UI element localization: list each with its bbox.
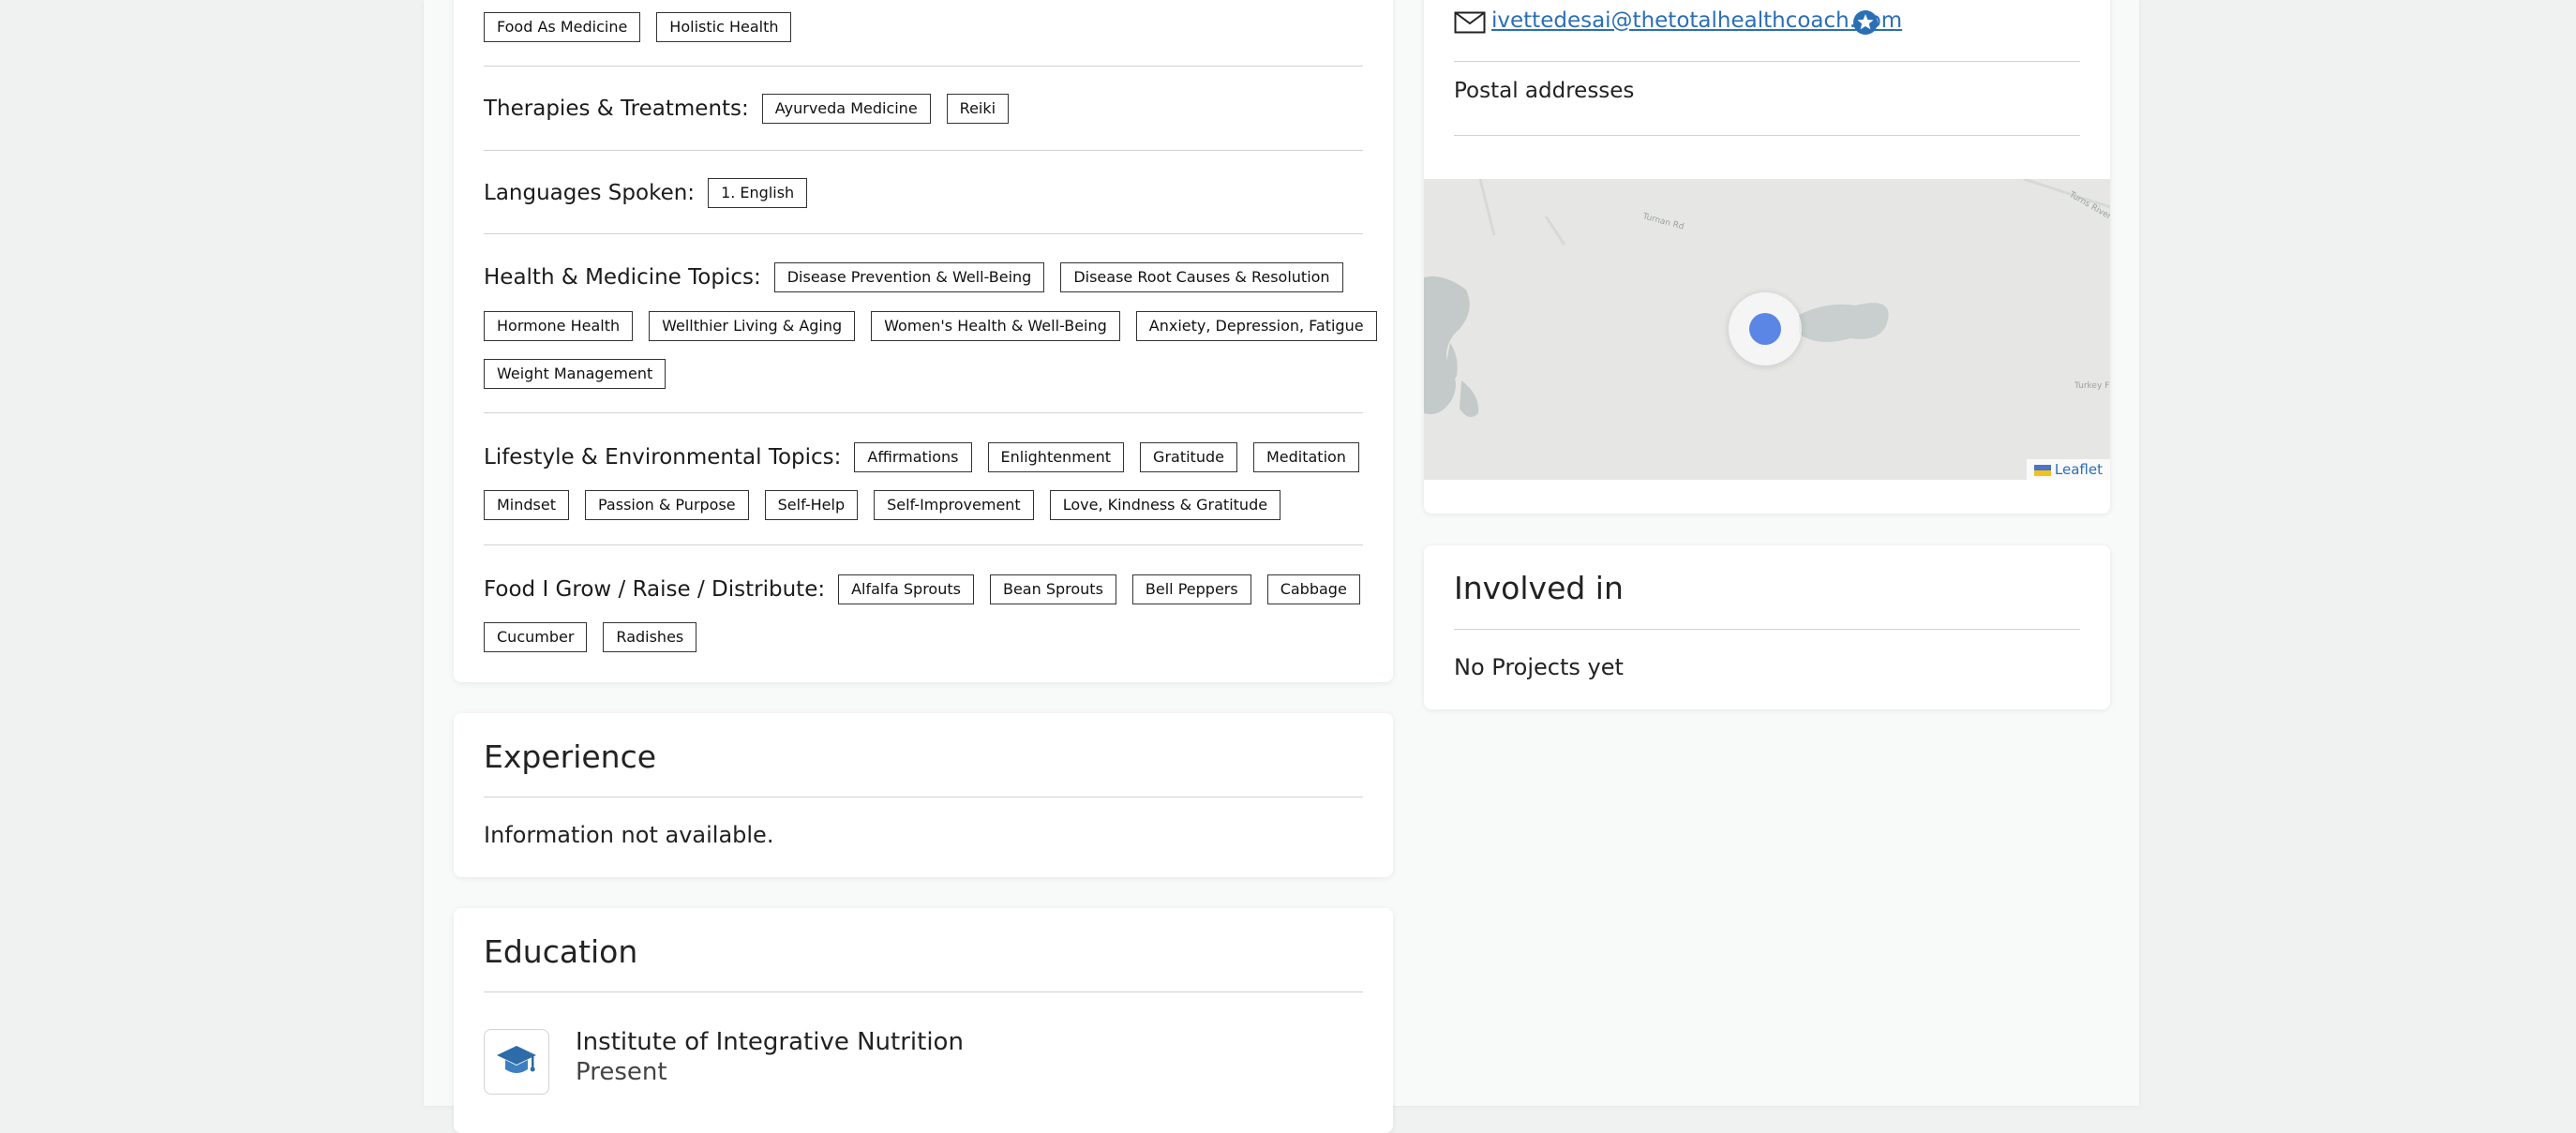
tag-chip[interactable]: Cucumber xyxy=(484,622,588,652)
tag-chip[interactable]: Anxiety, Depression, Fatigue xyxy=(1135,311,1377,341)
postal-addresses-title: Postal addresses xyxy=(1454,79,1635,103)
education-card: Education Institute of Integrative Nutri… xyxy=(454,908,1393,1133)
health-label: Health & Medicine Topics: xyxy=(484,265,761,290)
food-row-1: Food I Grow / Raise / Distribute: Alfalfa… xyxy=(484,574,1376,604)
lifestyle-row-1: Lifestyle & Environmental Topics: Affirma… xyxy=(484,442,1375,472)
tag-chip[interactable]: Mindset xyxy=(484,490,569,520)
leaflet-link[interactable]: Leaflet xyxy=(2055,461,2103,478)
education-school[interactable]: Institute of Integrative Nutrition xyxy=(576,1028,964,1056)
tag-chip[interactable]: Bell Peppers xyxy=(1131,574,1251,604)
health-row-3: Weight Management xyxy=(484,359,681,389)
map-marker-dot xyxy=(1749,313,1781,345)
therapies-row: Therapies & Treatments: Ayurveda Medicine… xyxy=(484,94,1025,124)
tag-chip[interactable]: Holistic Health xyxy=(656,12,792,42)
experience-text: Information not available. xyxy=(484,822,774,848)
email-link[interactable]: ivettedesai@thetotalhealthcoach.com xyxy=(1491,8,1902,33)
tag-chip[interactable]: Reiki xyxy=(946,94,1010,124)
tag-chip[interactable]: Hormone Health xyxy=(484,311,634,341)
lifestyle-row-2: Mindset Passion & Purpose Self-Help Self-Im… xyxy=(484,490,1296,520)
involved-title: Involved in xyxy=(1454,570,1624,606)
therapies-label: Therapies & Treatments: xyxy=(484,97,749,121)
tag-chip[interactable]: Disease Root Causes & Resolution xyxy=(1060,262,1343,292)
experience-title: Experience xyxy=(484,738,657,775)
tag-chip[interactable]: Weight Management xyxy=(484,359,666,389)
languages-row: Languages Spoken: 1. English xyxy=(484,178,823,208)
tag-chip[interactable]: Food As Medicine xyxy=(484,12,641,42)
tag-chip[interactable]: Passion & Purpose xyxy=(585,490,749,520)
tag-chip[interactable]: Meditation xyxy=(1252,442,1359,472)
profile-tags-card: Food As Medicine Holistic Health Therapie… xyxy=(454,0,1393,682)
tag-chip[interactable]: Love, Kindness & Gratitude xyxy=(1049,490,1281,520)
health-row-1: Health & Medicine Topics: Disease Prevent… xyxy=(484,262,1359,292)
flag-icon xyxy=(2033,464,2051,476)
tag-chip[interactable]: Ayurveda Medicine xyxy=(761,94,931,124)
envelope-icon xyxy=(1454,11,1486,34)
svg-text:Turkey F: Turkey F xyxy=(2074,381,2109,391)
food-label: Food I Grow / Raise / Distribute: xyxy=(484,577,826,602)
food-row-2: Cucumber Radishes xyxy=(484,622,712,652)
tag-chip[interactable]: Alfalfa Sprouts xyxy=(838,574,974,604)
tag-chip[interactable]: 1. English xyxy=(708,178,808,208)
tag-chip[interactable]: Bean Sprouts xyxy=(989,574,1116,604)
tag-chip[interactable]: Disease Prevention & Well-Being xyxy=(773,262,1045,292)
tag-chip[interactable]: Enlightenment xyxy=(987,442,1125,472)
education-icon-box xyxy=(484,1029,549,1095)
page-container: Food As Medicine Holistic Health Therapie… xyxy=(424,0,2139,1133)
involved-card: Involved in No Projects yet xyxy=(1424,545,2110,709)
tag-chip[interactable]: Gratitude xyxy=(1140,442,1237,472)
education-title: Education xyxy=(484,933,638,970)
graduation-cap-icon xyxy=(497,1046,536,1073)
education-period: Present xyxy=(576,1058,667,1086)
star-badge-icon xyxy=(1853,10,1878,35)
health-row-2: Hormone Health Wellthier Living & Aging Wo… xyxy=(484,311,1393,341)
tag-chip[interactable]: Self-Improvement xyxy=(874,490,1034,520)
tag-chip[interactable]: Radishes xyxy=(603,622,697,652)
tag-chip[interactable]: Wellthier Living & Aging xyxy=(649,311,856,341)
tag-chip[interactable]: Self-Help xyxy=(764,490,859,520)
map-marker[interactable] xyxy=(1729,292,1802,365)
tag-row-top: Food As Medicine Holistic Health xyxy=(484,12,807,42)
map-attribution: Leaflet xyxy=(2026,459,2110,480)
tag-chip[interactable]: Cabbage xyxy=(1266,574,1360,604)
experience-card: Experience Information not available. xyxy=(454,713,1393,877)
languages-label: Languages Spoken: xyxy=(484,181,696,205)
tag-chip[interactable]: Women's Health & Well-Being xyxy=(871,311,1120,341)
involved-text: No Projects yet xyxy=(1454,654,1624,680)
lifestyle-label: Lifestyle & Environmental Topics: xyxy=(484,445,842,470)
tag-chip[interactable]: Affirmations xyxy=(854,442,972,472)
location-map[interactable]: Turnan Rd Turns River Turkey F Leaflet xyxy=(1424,179,2110,480)
